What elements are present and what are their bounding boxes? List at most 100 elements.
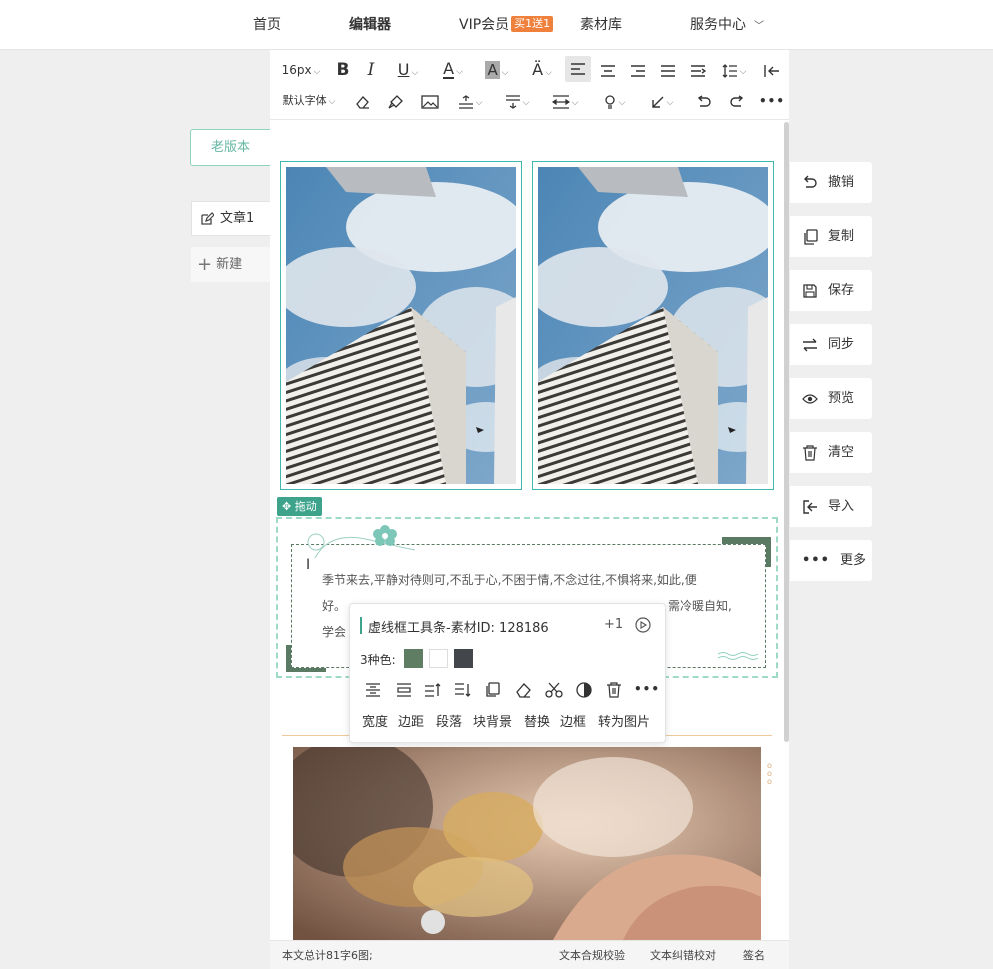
line-height-icon[interactable]: ⌵ xyxy=(716,58,752,82)
exit-icon[interactable] xyxy=(760,58,784,82)
eye-icon xyxy=(802,393,818,404)
color-swatch-2[interactable] xyxy=(429,649,448,668)
nav-editor[interactable]: 编辑器 xyxy=(349,0,391,50)
paragraph-line-1[interactable]: 季节来去,平静对待则可,不乱于心,不困于情,不念过往,不惧将来,如此,便 xyxy=(322,567,742,593)
italic-icon[interactable]: I xyxy=(360,58,382,82)
skyscraper-image xyxy=(286,167,516,484)
paragraph-line-2-start[interactable]: 好。 xyxy=(322,593,346,619)
old-version-button[interactable]: 老版本 xyxy=(190,129,271,166)
title-accent-bar xyxy=(360,617,362,634)
doc-item-article1[interactable]: 文章1 xyxy=(191,201,271,236)
top-nav: 首页 编辑器 VIP会员 买1送1 素材库 服务中心 ﹀ xyxy=(0,0,993,50)
more-button[interactable]: ••• 更多 xyxy=(790,540,872,581)
drag-handle[interactable]: ✥ 拖动 xyxy=(277,497,322,516)
block-background-icon[interactable] xyxy=(484,682,502,698)
photo-food[interactable] xyxy=(293,747,761,940)
undo-label: 撤销 xyxy=(828,175,855,190)
paragraph-line-2-end[interactable]: 需冷暖自知, xyxy=(668,593,732,619)
action-block-bg[interactable]: 块背景 xyxy=(473,711,512,730)
more-icon[interactable]: ••• xyxy=(759,89,784,113)
letter-spacing-icon[interactable]: ⌵ xyxy=(545,89,585,113)
like-count-button[interactable]: +1 xyxy=(604,617,623,632)
font-size-select[interactable]: 16px ⌵ xyxy=(276,58,326,82)
eraser-icon[interactable] xyxy=(351,89,375,113)
sync-button[interactable]: 同步 xyxy=(790,324,872,365)
replace-eraser-icon[interactable] xyxy=(515,682,533,698)
editor-canvas[interactable]: 16px ⌵ B I U ⌵ A ⌵ A ⌵ Ä ⌵ ⌵ 默认字体 ⌵ ⌵ ⌵ ⌵ ⌵ ⌵ … xyxy=(270,50,789,969)
new-doc-button[interactable]: + 新建 xyxy=(191,247,271,282)
copy-icon xyxy=(804,228,818,245)
action-paragraph[interactable]: 段落 xyxy=(436,711,462,730)
align-center-icon[interactable] xyxy=(596,58,620,82)
scissors-icon[interactable] xyxy=(545,682,563,698)
nav-service[interactable]: 服务中心 ﹀ xyxy=(690,0,764,50)
wave-decor-icon xyxy=(718,652,759,660)
photo-building-left[interactable] xyxy=(280,161,522,490)
action-margin[interactable]: 边距 xyxy=(398,711,424,730)
clear-button[interactable]: 清空 xyxy=(790,432,872,473)
paragraph-spacing-down-icon[interactable] xyxy=(454,682,472,698)
compliance-check-button[interactable]: 文本合规校验 xyxy=(559,941,625,969)
margin-icon[interactable] xyxy=(395,682,413,698)
new-doc-label: 新建 xyxy=(216,257,243,272)
more-label: 更多 xyxy=(839,553,866,568)
paragraph-spacing-icon[interactable] xyxy=(424,682,442,698)
save-button[interactable]: 保存 xyxy=(790,270,872,311)
trash-icon xyxy=(803,444,817,461)
undo-button[interactable]: 撤销 xyxy=(790,162,872,203)
import-button[interactable]: 导入 xyxy=(790,486,872,527)
bulb-icon[interactable]: ⌵ xyxy=(595,89,633,113)
building-photo xyxy=(286,167,516,484)
align-right-icon[interactable] xyxy=(626,58,650,82)
width-icon[interactable] xyxy=(364,682,382,698)
action-border[interactable]: 边框 xyxy=(560,711,586,730)
image-icon[interactable] xyxy=(418,89,442,113)
action-replace[interactable]: 替换 xyxy=(524,711,550,730)
format-painter-icon[interactable] xyxy=(384,89,408,113)
proofread-button[interactable]: 文本纠错校对 xyxy=(650,941,716,969)
import-icon xyxy=(803,499,817,514)
chevron-up-icon: ︿ xyxy=(743,950,753,960)
skyscraper-image xyxy=(538,167,768,484)
decor-dots: ooo xyxy=(767,761,772,786)
photo-building-right[interactable] xyxy=(532,161,774,490)
redo-icon[interactable] xyxy=(725,89,749,113)
font-family-select[interactable]: 默认字体 ⌵ xyxy=(276,89,342,113)
save-label: 保存 xyxy=(828,283,855,298)
contrast-icon[interactable] xyxy=(575,682,593,698)
spacing-top-icon[interactable]: ⌵ xyxy=(451,89,489,113)
align-left-icon[interactable] xyxy=(565,56,591,82)
trash-icon[interactable] xyxy=(605,682,623,698)
font-color-icon[interactable]: A ⌵ xyxy=(435,58,471,82)
chevron-down-icon: ﹀ xyxy=(754,21,764,32)
copy-button[interactable]: 复制 xyxy=(790,216,872,257)
colors-label: 3种色: xyxy=(360,653,396,667)
paragraph-line-3-start[interactable]: 学会 xyxy=(322,619,346,645)
sync-icon xyxy=(803,338,817,351)
underline-icon[interactable]: U ⌵ xyxy=(390,58,426,82)
clear-label: 清空 xyxy=(828,445,855,460)
indent-icon[interactable] xyxy=(686,58,710,82)
move-icon: ✥ xyxy=(282,500,292,513)
action-width[interactable]: 宽度 xyxy=(362,711,388,730)
align-justify-icon[interactable] xyxy=(656,58,680,82)
color-swatch-1[interactable] xyxy=(404,649,423,668)
copy-label: 复制 xyxy=(828,229,855,244)
preview-button[interactable]: 预览 xyxy=(790,378,872,419)
bold-icon[interactable]: B xyxy=(332,58,354,82)
arrow-down-left-icon[interactable]: ⌵ xyxy=(643,89,681,113)
nav-materials[interactable]: 素材库 xyxy=(580,0,622,50)
editor-scrollbar[interactable] xyxy=(784,122,789,742)
spacing-bottom-icon[interactable]: ⌵ xyxy=(498,89,536,113)
highlight-color-icon[interactable]: A ⌵ xyxy=(478,58,516,82)
nav-home[interactable]: 首页 xyxy=(253,0,281,50)
undo-icon[interactable] xyxy=(692,89,716,113)
play-circle-icon[interactable] xyxy=(635,617,651,633)
more-icon[interactable]: ••• xyxy=(634,682,660,696)
text-effect-icon[interactable]: Ä ⌵ xyxy=(522,58,562,82)
save-icon xyxy=(803,283,817,298)
color-swatch-3[interactable] xyxy=(454,649,473,668)
action-to-image[interactable]: 转为图片 xyxy=(598,711,650,730)
nav-vip[interactable]: VIP会员 买1送1 xyxy=(459,0,554,50)
nav-vip-label: VIP会员 xyxy=(459,17,510,33)
